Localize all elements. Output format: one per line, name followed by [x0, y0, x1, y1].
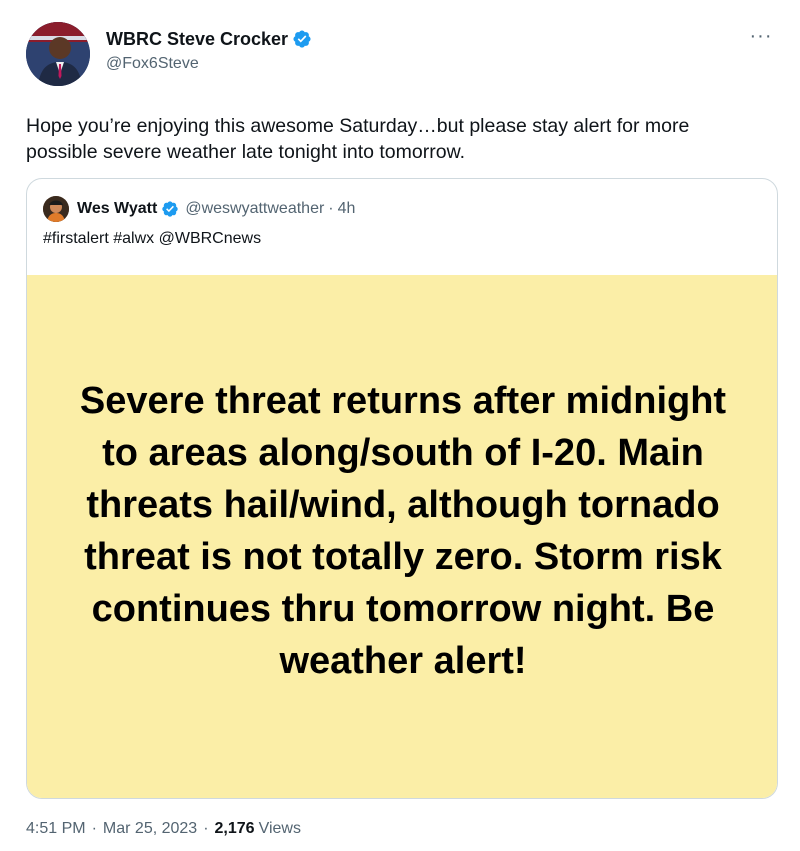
image-caption-text: Severe threat returns after midnight to … [79, 379, 727, 682]
quoted-tweet-header: Wes Wyatt @weswyattweather · 4h [43, 196, 355, 222]
meta-separator-2: · [203, 820, 209, 837]
meta-separator: · [91, 820, 97, 837]
quoted-separator: · [328, 200, 334, 217]
quoted-tweet-text: #firstalert #alwx @WBRCnews [43, 230, 262, 247]
author-display-name[interactable]: WBRC Steve Crocker [106, 29, 288, 50]
quoted-verified-badge-icon [162, 201, 179, 217]
tweet: WBRC Steve Crocker @Fox6Steve ··· Hope y… [0, 0, 800, 851]
author-info: WBRC Steve Crocker @Fox6Steve [106, 26, 312, 73]
tweet-date[interactable]: Mar 25, 2023 [103, 820, 197, 838]
quoted-author-handle[interactable]: @weswyattweather [185, 200, 324, 218]
tweet-text: Hope you’re enjoying this awesome Saturd… [26, 115, 690, 163]
quoted-author-avatar[interactable] [43, 196, 69, 222]
quoted-timestamp[interactable]: 4h [338, 200, 356, 218]
quoted-tweet-image[interactable]: Severe threat returns after midnight to … [27, 275, 777, 798]
views-label: Views [258, 820, 301, 837]
views-count[interactable]: 2,176 [215, 820, 255, 838]
quoted-tweet[interactable]: Wes Wyatt @weswyattweather · 4h #firstal… [26, 178, 778, 799]
author-handle[interactable]: @Fox6Steve [106, 55, 312, 73]
quoted-author-display-name[interactable]: Wes Wyatt [77, 200, 157, 218]
more-options-icon[interactable]: ··· [748, 25, 774, 47]
tweet-metadata: 4:51 PM · Mar 25, 2023 · 2,176 Views [26, 820, 301, 838]
avatar-image [26, 22, 90, 86]
author-avatar[interactable] [26, 22, 90, 86]
quoted-avatar-image [43, 196, 69, 222]
verified-badge-icon [293, 30, 311, 48]
tweet-time[interactable]: 4:51 PM [26, 820, 86, 838]
